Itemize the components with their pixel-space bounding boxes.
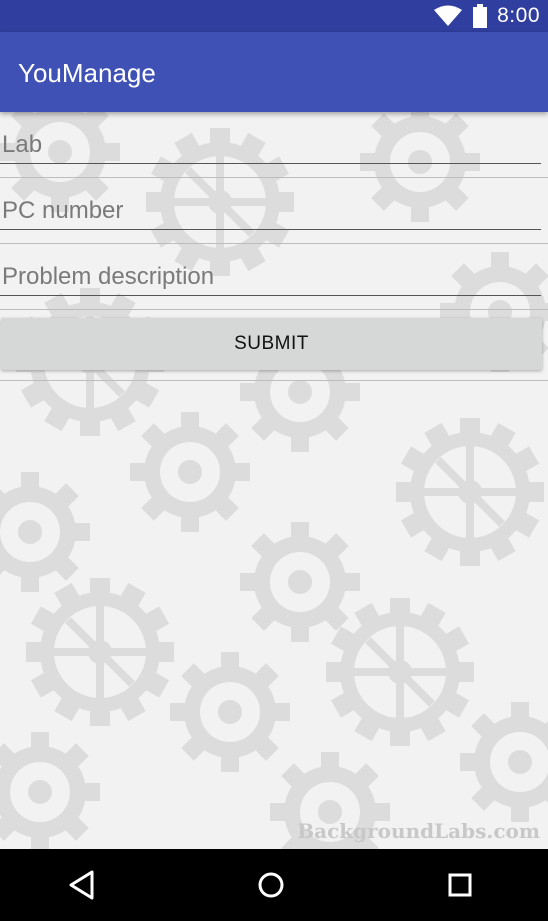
battery-icon: [473, 4, 488, 28]
status-icons: 8:00: [433, 0, 540, 32]
recents-icon[interactable]: [443, 867, 479, 903]
lab-field-row: [0, 112, 548, 178]
lab-input[interactable]: [0, 126, 541, 164]
home-icon[interactable]: [253, 867, 289, 903]
pc-number-field-row: [0, 178, 548, 244]
submit-button[interactable]: SUBMIT: [1, 318, 542, 370]
app-title: YouManage: [18, 58, 156, 88]
app-bar: YouManage: [0, 32, 548, 112]
main-content: SUBMIT BackgroundLabs.com: [0, 112, 548, 849]
status-time: 8:00: [497, 4, 540, 27]
problem-report-form: SUBMIT: [0, 112, 548, 381]
back-icon[interactable]: [64, 867, 100, 903]
watermark-text: BackgroundLabs.com: [297, 819, 540, 843]
pc-number-input[interactable]: [0, 192, 541, 230]
problem-description-field-row: [0, 244, 548, 310]
wifi-icon: [434, 5, 463, 26]
problem-description-input[interactable]: [0, 258, 541, 296]
submit-row: SUBMIT: [0, 310, 548, 381]
navigation-bar: [0, 849, 548, 921]
status-bar: 8:00: [0, 0, 548, 32]
